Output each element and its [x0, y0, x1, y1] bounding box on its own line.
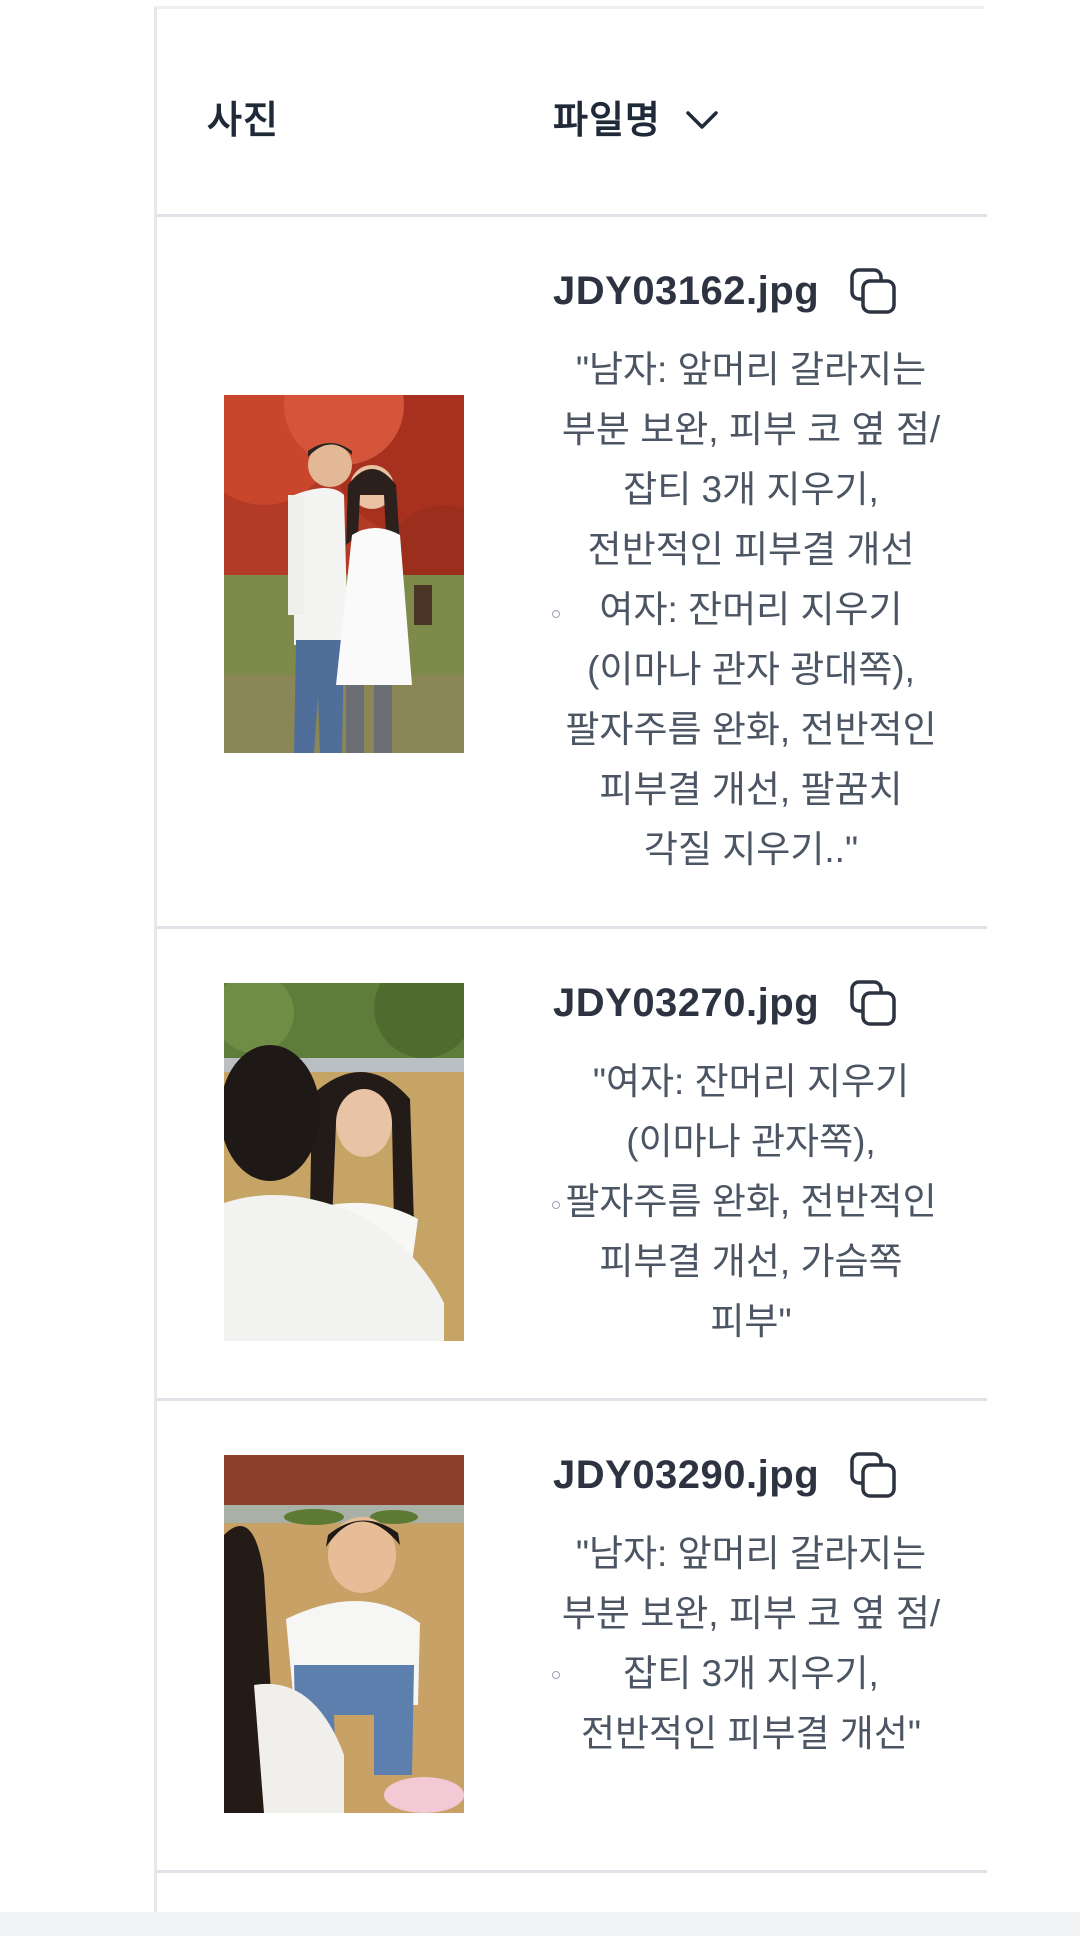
filename-text: JDY03270.jpg: [553, 980, 820, 1025]
filename-column-header[interactable]: 파일명: [553, 89, 719, 144]
photo-thumbnail[interactable]: [224, 395, 464, 753]
copy-icon[interactable]: [849, 267, 897, 315]
bottom-bar: [0, 1912, 1080, 1936]
photo-column-header: 사진: [207, 100, 279, 142]
table-row: JDY03162.jpg "남자: 앞머리 갈라지는 부분 보완, 피부 코 옆…: [157, 217, 987, 929]
table-row: JDY03270.jpg "여자: 잔머리 지우기 (이마나 관자쪽), 팔자주…: [157, 929, 987, 1401]
filename-column-label: 파일명: [553, 100, 661, 142]
photo-thumbnail[interactable]: [224, 1455, 464, 1813]
filename-line: JDY03270.jpg: [553, 979, 897, 1027]
retouch-note: "남자: 앞머리 갈라지는 부분 보완, 피부 코 옆 점/잡티 3개 지우기,…: [561, 349, 941, 870]
man-sitting-photo: [224, 1455, 464, 1813]
table-header: 사진 파일명: [157, 9, 987, 217]
table-row: JDY03290.jpg "남자: 앞머리 갈라지는 부분 보완, 피부 코 옆…: [157, 1401, 987, 1873]
woman-sitting-photo: [224, 983, 464, 1341]
filename-line: JDY03290.jpg: [553, 1451, 897, 1499]
photo-thumbnail[interactable]: [224, 983, 464, 1341]
filename-line: JDY03162.jpg: [553, 267, 897, 315]
retouch-note: "여자: 잔머리 지우기 (이마나 관자쪽), 팔자주름 완화, 전반적인 피부…: [565, 1061, 937, 1342]
list-bullet: [552, 610, 560, 618]
photo-table: 사진 파일명 JDY03162.jpg "남자: 앞머리 갈라지는 부분 보완,…: [154, 6, 987, 1936]
photo-list-page: 사진 파일명 JDY03162.jpg "남자: 앞머리 갈라지는 부분 보완,…: [0, 0, 1080, 1936]
copy-icon[interactable]: [849, 979, 897, 1027]
retouch-note: "남자: 앞머리 갈라지는 부분 보완, 피부 코 옆 점/잡티 3개 지우기,…: [561, 1533, 941, 1754]
filename-text: JDY03290.jpg: [553, 1452, 820, 1497]
filename-text: JDY03162.jpg: [553, 268, 820, 313]
list-bullet: [552, 1671, 560, 1679]
chevron-down-icon[interactable]: [685, 109, 719, 131]
copy-icon[interactable]: [849, 1451, 897, 1499]
couple-autumn-photo: [224, 395, 464, 753]
list-bullet: [552, 1201, 560, 1209]
